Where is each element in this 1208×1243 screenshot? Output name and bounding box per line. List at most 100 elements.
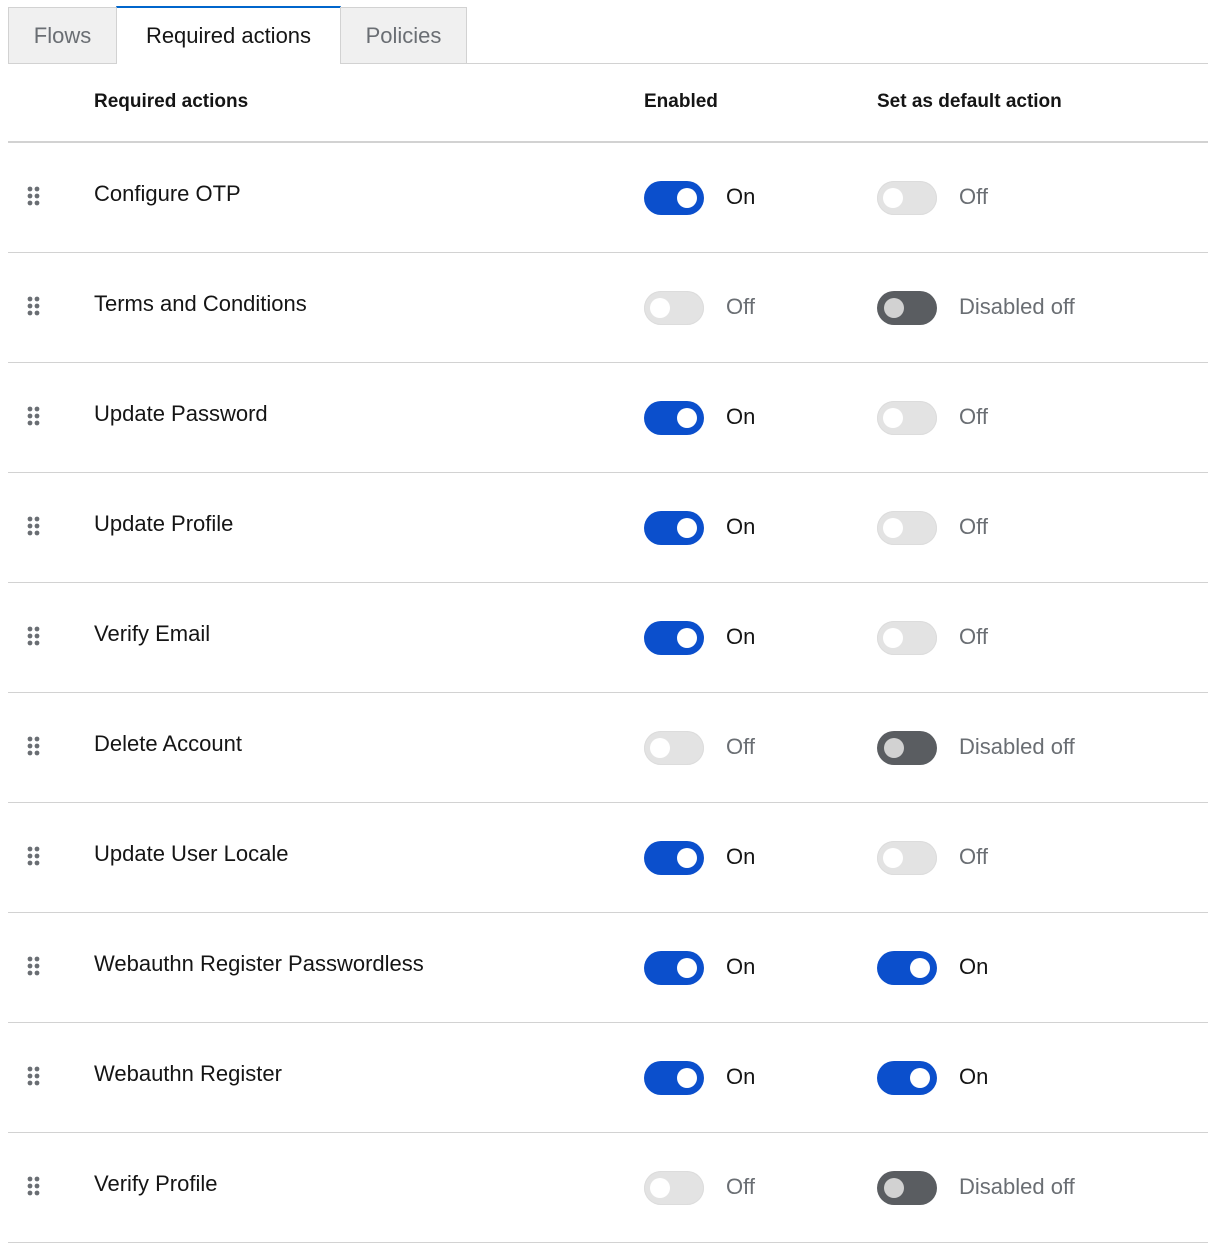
default-action-toggle[interactable] [877,621,937,655]
toggle-knob [677,958,697,978]
default-action-toggle-label: Off [959,404,988,429]
toggle-knob [677,408,697,428]
default-action-toggle-label: Off [959,624,988,649]
enabled-toggle[interactable] [644,621,704,655]
required-action-name: Delete Account [94,731,242,756]
toggle-knob [677,518,697,538]
toggle-knob [650,738,670,758]
table-header: Required actions Enabled Set as default … [8,63,1208,143]
required-action-name: Configure OTP [94,181,241,206]
toggle-knob [910,1068,930,1088]
toggle-knob [910,958,930,978]
required-action-name: Webauthn Register [94,1061,282,1086]
table-row: Webauthn Register Passwordless On On [8,913,1208,1023]
enabled-toggle-label: On [726,624,756,649]
tab-flows[interactable]: Flows [8,7,117,63]
default-action-toggle [877,731,937,765]
default-action-toggle[interactable] [877,951,937,985]
drag-handle-icon[interactable] [26,516,42,536]
table-row: Update Profile On Off [8,473,1208,583]
default-action-toggle[interactable] [877,841,937,875]
table-row: Update User Locale On Off [8,803,1208,913]
enabled-toggle-label: On [726,184,756,209]
table-row: Delete Account Off Disabled off [8,693,1208,803]
default-action-toggle-label: Disabled off [959,1174,1075,1199]
tab-bar: Flows Required actions Policies [8,6,1208,64]
enabled-toggle-label: Off [726,1174,755,1199]
default-action-toggle[interactable] [877,181,937,215]
toggle-knob [883,848,903,868]
toggle-knob [884,298,904,318]
toggle-knob [883,408,903,428]
required-actions-table: Required actions Enabled Set as default … [8,63,1208,1243]
drag-handle-icon[interactable] [26,406,42,426]
enabled-toggle[interactable] [644,401,704,435]
default-action-toggle[interactable] [877,511,937,545]
toggle-knob [884,738,904,758]
required-action-name: Verify Profile [94,1171,218,1196]
default-action-toggle-label: Disabled off [959,294,1075,319]
table-body: Configure OTP On Off Terms and Conditions Of… [8,143,1208,1243]
default-action-toggle[interactable] [877,1061,937,1095]
enabled-toggle-label: On [726,1064,756,1089]
required-action-name: Verify Email [94,621,211,646]
required-action-name: Update Password [94,401,268,426]
toggle-knob [884,1178,904,1198]
table-row: Webauthn Register On On [8,1023,1208,1133]
required-action-name: Update User Locale [94,841,289,866]
tab-required-actions[interactable]: Required actions [116,6,341,64]
required-action-name: Webauthn Register Passwordless [94,951,424,976]
default-action-toggle-label: Disabled off [959,734,1075,759]
toggle-knob [677,628,697,648]
enabled-toggle[interactable] [644,1061,704,1095]
drag-handle-icon[interactable] [26,626,42,646]
toggle-knob [883,518,903,538]
table-row: Configure OTP On Off [8,143,1208,253]
drag-handle-icon[interactable] [26,1176,42,1196]
enabled-toggle[interactable] [644,511,704,545]
enabled-toggle[interactable] [644,1171,704,1205]
column-header-enabled: Enabled [644,91,718,112]
drag-handle-icon[interactable] [26,1066,42,1086]
default-action-toggle [877,1171,937,1205]
enabled-toggle[interactable] [644,181,704,215]
enabled-toggle-label: On [726,954,756,979]
enabled-toggle-label: Off [726,294,755,319]
enabled-toggle[interactable] [644,731,704,765]
enabled-toggle[interactable] [644,951,704,985]
toggle-knob [883,628,903,648]
default-action-toggle[interactable] [877,401,937,435]
drag-handle-icon[interactable] [26,296,42,316]
enabled-toggle[interactable] [644,841,704,875]
default-action-toggle-label: Off [959,184,988,209]
enabled-toggle[interactable] [644,291,704,325]
tab-policies[interactable]: Policies [340,7,467,63]
enabled-toggle-label: On [726,404,756,429]
table-row: Verify Email On Off [8,583,1208,693]
drag-handle-icon[interactable] [26,186,42,206]
toggle-knob [650,1178,670,1198]
drag-handle-icon[interactable] [26,736,42,756]
required-action-name: Terms and Conditions [94,291,307,316]
table-row: Verify Profile Off Disabled off [8,1133,1208,1243]
default-action-toggle [877,291,937,325]
column-header-default-action: Set as default action [877,91,1062,112]
toggle-knob [650,298,670,318]
drag-handle-icon[interactable] [26,846,42,866]
default-action-toggle-label: Off [959,514,988,539]
toggle-knob [677,1068,697,1088]
enabled-toggle-label: On [726,514,756,539]
table-row: Terms and Conditions Off Disabled off [8,253,1208,363]
toggle-knob [677,188,697,208]
default-action-toggle-label: Off [959,844,988,869]
drag-handle-icon[interactable] [26,956,42,976]
enabled-toggle-label: On [726,844,756,869]
enabled-toggle-label: Off [726,734,755,759]
default-action-toggle-label: On [959,954,989,979]
toggle-knob [883,188,903,208]
table-row: Update Password On Off [8,363,1208,473]
default-action-toggle-label: On [959,1064,989,1089]
toggle-knob [677,848,697,868]
column-header-required-actions: Required actions [94,91,249,112]
required-action-name: Update Profile [94,511,234,536]
